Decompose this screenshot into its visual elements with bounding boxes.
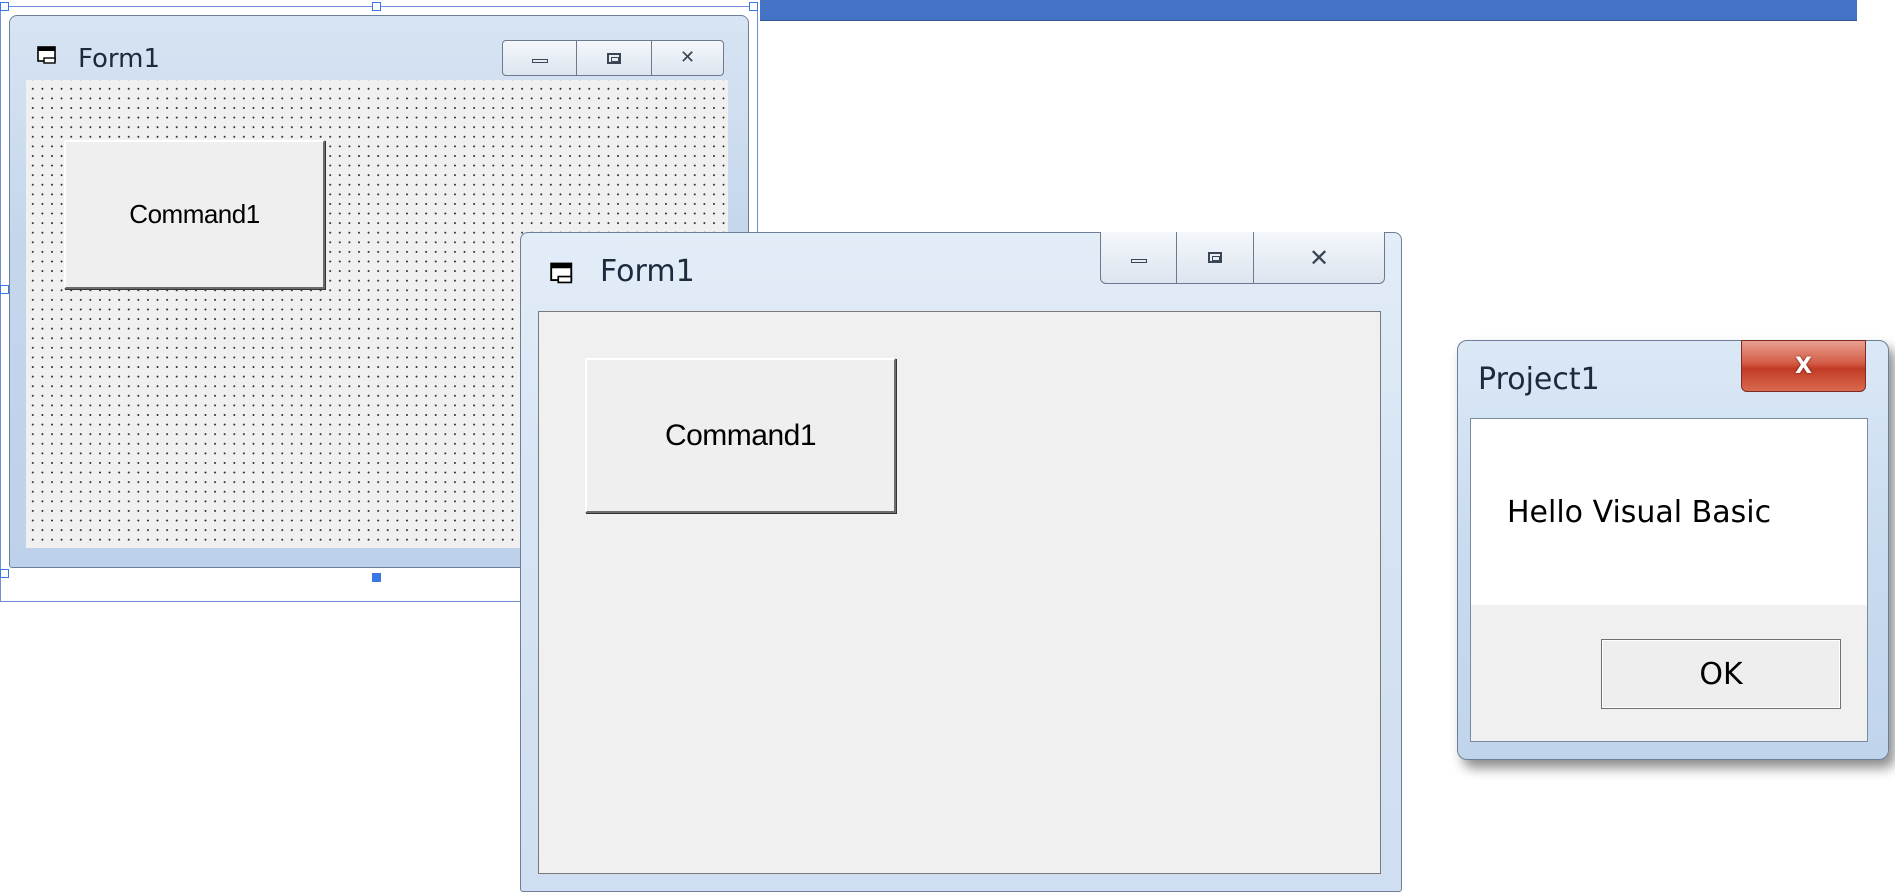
- top-blue-bar: [760, 0, 1857, 21]
- close-button[interactable]: ✕: [1254, 232, 1385, 284]
- maximize-icon: [607, 52, 621, 64]
- minimize-button[interactable]: [502, 40, 577, 76]
- maximize-button[interactable]: [1177, 232, 1254, 284]
- close-button[interactable]: ✕: [652, 40, 724, 76]
- selection-handle-top-right[interactable]: [749, 2, 758, 11]
- message-box-client-area: Hello Visual Basic OK: [1470, 418, 1868, 742]
- maximize-icon: [1208, 252, 1222, 263]
- ok-button[interactable]: OK: [1601, 639, 1841, 709]
- close-icon: X: [1795, 353, 1812, 379]
- design-command1-button[interactable]: Command1: [64, 140, 325, 289]
- message-text: Hello Visual Basic: [1507, 495, 1772, 530]
- close-icon: ✕: [1308, 243, 1330, 272]
- form-icon: [37, 46, 56, 64]
- selection-handle-middle-left[interactable]: [0, 285, 9, 294]
- runtime-command1-button[interactable]: Command1: [585, 358, 896, 513]
- selection-handle-top-left[interactable]: [0, 2, 9, 11]
- runtime-form-title: Form1: [600, 254, 695, 289]
- selection-handle-bottom-center[interactable]: [372, 573, 381, 582]
- message-box-title: Project1: [1478, 362, 1600, 397]
- design-form-title: Form1: [78, 44, 161, 74]
- form-icon: [550, 262, 573, 284]
- runtime-form-caption-buttons: ✕: [1100, 232, 1385, 284]
- selection-handle-top-center[interactable]: [372, 2, 381, 11]
- minimize-button[interactable]: [1100, 232, 1177, 284]
- minimize-icon: [531, 59, 548, 63]
- selection-handle-bottom-left[interactable]: [0, 569, 9, 578]
- maximize-button[interactable]: [577, 40, 652, 76]
- minimize-icon: [1130, 258, 1147, 263]
- message-box-close-button[interactable]: X: [1741, 340, 1866, 392]
- close-icon: ✕: [679, 47, 696, 68]
- design-form-caption-buttons: ✕: [502, 40, 724, 76]
